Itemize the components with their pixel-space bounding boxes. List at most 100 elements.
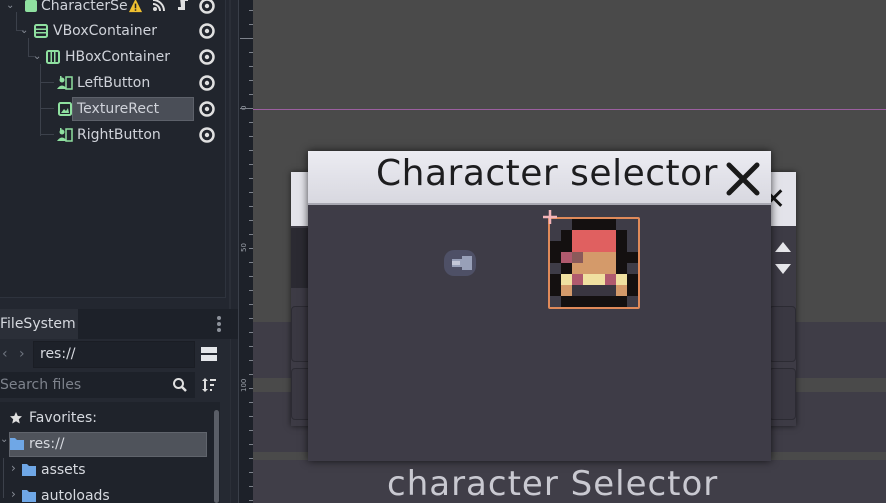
signal-icon[interactable] [152, 0, 166, 12]
sprite-pixel [561, 252, 572, 263]
sprite-pixel [594, 296, 605, 307]
sprite-pixel [550, 263, 561, 274]
dialog-title: Character selector [376, 153, 718, 194]
node-label: CharacterSe [41, 0, 128, 14]
script-icon[interactable] [176, 0, 190, 11]
vbox-container-icon [34, 24, 48, 38]
sprite-pixel [550, 241, 561, 252]
sprite-pixel [616, 274, 627, 285]
tree-node-vboxcontainer[interactable]: ⌄ VBoxContainer [0, 19, 226, 43]
sprite-pixel [605, 230, 616, 241]
tree-node-charactersel[interactable]: ⌄ CharacterSe [0, 0, 226, 18]
sprite-pixel [572, 219, 583, 230]
ruler-tick [240, 108, 253, 109]
guide-line [253, 109, 886, 110]
sprite-pixel [605, 285, 616, 296]
split-mode-icon[interactable] [201, 347, 217, 361]
search-files-input[interactable]: Search files [0, 372, 195, 398]
fs-item-res[interactable]: ⌄ res:// [0, 432, 210, 456]
ruler-tick [240, 38, 253, 39]
close-icon[interactable] [723, 155, 763, 199]
folder-icon [22, 490, 36, 502]
sprite-pixel [583, 296, 594, 307]
visibility-eye-icon[interactable] [199, 23, 215, 39]
fs-item-autoloads[interactable]: › autoloads [0, 484, 210, 503]
node-label: LeftButton [77, 75, 151, 91]
sprite-pixel [561, 263, 572, 274]
sprite-pixel [561, 241, 572, 252]
tree-node-hboxcontainer[interactable]: ⌄ HBoxContainer [0, 45, 226, 69]
sprite-pixel [550, 230, 561, 241]
node-label: VBoxContainer [53, 23, 158, 39]
sprite-pixel [561, 219, 572, 230]
character-portrait-texture[interactable] [543, 210, 640, 309]
back-arrow-icon[interactable]: ‹ [2, 346, 8, 362]
ruler-label: 50 [240, 243, 248, 252]
sprite-pixel [594, 241, 605, 252]
scroll-up-arrow-icon [775, 242, 791, 252]
sprite-pixel [561, 230, 572, 241]
sprite-pixel [605, 219, 616, 230]
sort-icon[interactable] [201, 376, 217, 394]
sprite-pixel [605, 241, 616, 252]
sprite-pixel [583, 263, 594, 274]
texture-button-icon [57, 128, 73, 142]
chevron-right-icon[interactable]: › [11, 487, 16, 501]
dock-menu-icon[interactable] [216, 315, 222, 335]
canvas-viewport[interactable]: character Selector ✕ Character selector [253, 0, 886, 503]
favorites-row[interactable]: Favorites: [0, 406, 210, 430]
chevron-down-icon[interactable]: ⌄ [33, 52, 43, 62]
sprite-pixel [616, 263, 627, 274]
path-input[interactable]: res:// [33, 341, 195, 368]
sprite-pixel [594, 219, 605, 230]
sprite-pixel [627, 296, 638, 307]
sprite-pixel [616, 285, 627, 296]
tab-filesystem[interactable]: FileSystem [0, 309, 78, 339]
sprite-pixel [561, 296, 572, 307]
visibility-eye-icon[interactable] [199, 0, 215, 14]
visibility-eye-icon[interactable] [199, 49, 215, 65]
filesystem-scrollbar[interactable] [214, 410, 219, 503]
pivot-cross-icon[interactable] [542, 209, 558, 225]
sprite-pixel [627, 274, 638, 285]
sprite-pixel [627, 285, 638, 296]
visibility-eye-icon[interactable] [199, 127, 215, 143]
tree-node-leftbutton[interactable]: LeftButton [0, 71, 226, 95]
chevron-down-icon[interactable]: ⌄ [6, 1, 16, 11]
node-label: HBoxContainer [65, 49, 170, 65]
background-button [769, 368, 796, 420]
sprite-pixel [583, 230, 594, 241]
chevron-down-icon[interactable]: ⌄ [20, 26, 30, 36]
sprite-pixel [605, 263, 616, 274]
sprite-pixel [627, 263, 638, 274]
sprite-pixel [605, 274, 616, 285]
sprite-pixel [550, 274, 561, 285]
sprite-pixel [627, 230, 638, 241]
forward-arrow-icon[interactable]: › [19, 346, 25, 362]
texture-rect-icon [58, 102, 72, 116]
sprite-pixel [594, 285, 605, 296]
chevron-down-icon[interactable]: ⌄ [0, 434, 8, 445]
warning-icon[interactable] [128, 0, 143, 13]
scene-tree-panel: ⌄ CharacterSe ⌄ VBoxContainer ⌄ HBoxCont… [0, 0, 226, 298]
sprite-pixel [583, 219, 594, 230]
sprite-pixel [616, 230, 627, 241]
search-icon[interactable] [172, 377, 188, 393]
favorites-label: Favorites: [29, 410, 97, 426]
left-arrow-button[interactable] [442, 247, 478, 279]
sprite-pixel [583, 285, 594, 296]
sprite-pixel [627, 219, 638, 230]
sprite-pixel [550, 285, 561, 296]
visibility-eye-icon[interactable] [199, 75, 215, 91]
scroll-down-arrow-icon [775, 264, 791, 274]
godot-editor: ⌄ CharacterSe ⌄ VBoxContainer ⌄ HBoxCont… [0, 0, 886, 503]
fs-item-assets[interactable]: › assets [0, 458, 210, 482]
tree-node-texturerect[interactable]: TextureRect [0, 97, 226, 121]
tree-node-rightbutton[interactable]: RightButton [0, 123, 226, 147]
vertical-ruler[interactable]: 0 50 100 [238, 0, 253, 503]
sprite-pixel [627, 241, 638, 252]
visibility-eye-icon[interactable] [199, 101, 215, 117]
chevron-right-icon[interactable]: › [11, 461, 16, 475]
dialog-titlebar[interactable]: Character selector [308, 151, 771, 205]
sprite-pixel [561, 285, 572, 296]
